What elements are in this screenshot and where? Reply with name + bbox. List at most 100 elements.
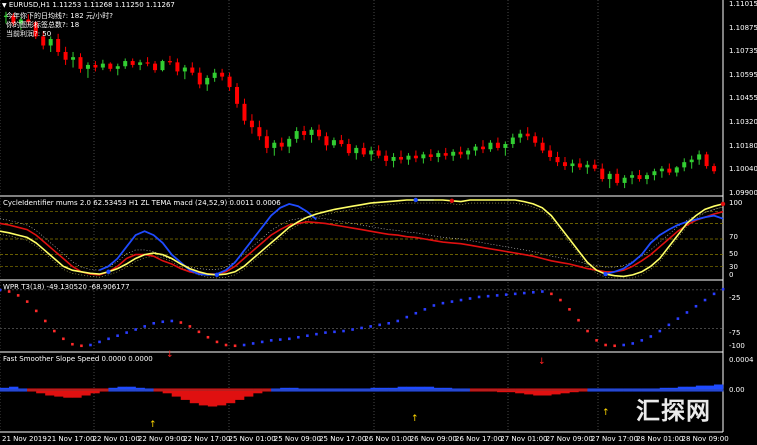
wpr-dot (604, 343, 607, 347)
candle-body (406, 155, 411, 160)
cycle-signal-dotted (0, 206, 724, 271)
candle-body (421, 154, 426, 159)
wpr-dot (143, 325, 146, 328)
wpr-dot (315, 332, 318, 336)
candle-body (585, 164, 590, 168)
wpr-dot (622, 343, 625, 347)
sell-arrow-icon: ↓ (166, 350, 174, 360)
cycle-panel-title: CycleIdentifier mums 2.0 62.53453 H1 ZL … (3, 199, 281, 207)
candle-body (495, 142, 500, 148)
axis-tick-label: 70 (729, 233, 738, 241)
candle-body (503, 144, 508, 148)
wpr-dot (215, 340, 219, 344)
wpr-dot (495, 294, 499, 297)
candle-body (659, 168, 664, 172)
candle-body (175, 62, 180, 72)
wpr-dot (107, 337, 110, 341)
wpr-dot (179, 321, 183, 324)
wpr-dot (649, 335, 653, 338)
candle-body (302, 131, 307, 135)
candle-body (674, 167, 679, 173)
candle-body (570, 163, 575, 167)
time-tick-label: 21 Nov 17:00 (47, 435, 95, 443)
candle-body (324, 136, 329, 146)
candle-body (376, 150, 381, 156)
candle-body (130, 61, 135, 65)
candle-body (533, 136, 538, 143)
info-line-4: 当前利润?: 50 (6, 30, 52, 38)
wpr-dot (278, 338, 282, 341)
watermark-logo: 汇探网 (636, 397, 711, 425)
candle-body (346, 144, 351, 154)
wpr-dot (586, 329, 589, 333)
candle-body (138, 62, 143, 65)
wpr-dot (613, 344, 616, 348)
candle-body (436, 153, 441, 157)
axis-tick-label: 1.10180 (729, 141, 757, 150)
slope-bar (198, 390, 209, 406)
info-line-2: 今年你下的日均线?: 182 元/小时? (6, 12, 113, 20)
wpr-dot (595, 339, 598, 342)
wpr-dot (513, 292, 517, 296)
axis-tick-label: 0 (729, 271, 734, 279)
wpr-dot (423, 308, 427, 311)
wpr-dot (559, 298, 562, 302)
axis-tick-label: 1.10595 (729, 70, 757, 79)
time-tick-label: 27 Nov 17:00 (590, 435, 639, 443)
candle-body (85, 64, 90, 69)
cycle-marker (603, 271, 608, 277)
candle-body (160, 61, 165, 71)
axis-tick-label: 1.11015 (729, 0, 757, 8)
wpr-dot (676, 317, 680, 320)
candle-body (548, 150, 553, 157)
wpr-dot (43, 319, 47, 323)
slope-panel-title: Fast Smoother Slope Speed 0.0000 0.0000 (3, 355, 153, 363)
buy-arrow-icon: ↑ (602, 408, 610, 418)
candle-body (562, 162, 567, 167)
candle-body (391, 156, 396, 161)
wpr-dot (477, 295, 481, 299)
candle-body (100, 63, 105, 68)
candle-body (56, 39, 61, 52)
candle-body (682, 162, 687, 168)
candle-body (466, 150, 471, 155)
time-tick-label: 22 Nov 09:00 (137, 435, 186, 443)
candle-body (167, 61, 172, 63)
wpr-dot (89, 343, 92, 347)
wpr-dot (53, 329, 56, 333)
axis-tick-label: 1.10320 (729, 118, 757, 126)
time-tick-label: 26 Nov 17:00 (455, 435, 503, 443)
wpr-dot (685, 311, 689, 314)
wpr-dot (351, 328, 354, 331)
candle-body (264, 136, 269, 148)
candle-body (384, 155, 389, 161)
wpr-dot (360, 326, 363, 330)
candle-body (369, 150, 374, 155)
candle-body (220, 72, 225, 77)
wpr-dot (405, 315, 409, 319)
candle-body (712, 166, 717, 172)
axis-tick-label: 1.10455 (729, 94, 757, 103)
candle-body (480, 146, 485, 150)
axis-tick-label: 1.10875 (729, 23, 757, 32)
wpr-dot (694, 304, 698, 308)
wpr-dot (486, 294, 490, 298)
candle-body (63, 51, 68, 60)
wpr-panel-title: WPR T3(18) -49.130520 -68.906177 (3, 283, 130, 291)
wpr-dot (432, 304, 436, 307)
candle-body (272, 142, 277, 148)
wpr-dot (721, 287, 725, 291)
symbol-header: ▼ EURUSD,H1 1.11253 1.11268 1.11250 1.11… (2, 1, 175, 9)
candle-body (354, 147, 359, 154)
wpr-dot (260, 340, 264, 344)
wpr-dot (288, 337, 291, 341)
wpr-dot (450, 300, 454, 303)
wpr-dot (161, 320, 165, 324)
candle-body (525, 133, 530, 137)
candle-body (309, 129, 314, 135)
candle-body (145, 62, 150, 64)
time-tick-label: 22 Nov 01:00 (92, 435, 140, 443)
wpr-dot (0, 288, 2, 292)
forex-chart[interactable] (0, 0, 757, 445)
wpr-dot (387, 322, 391, 325)
